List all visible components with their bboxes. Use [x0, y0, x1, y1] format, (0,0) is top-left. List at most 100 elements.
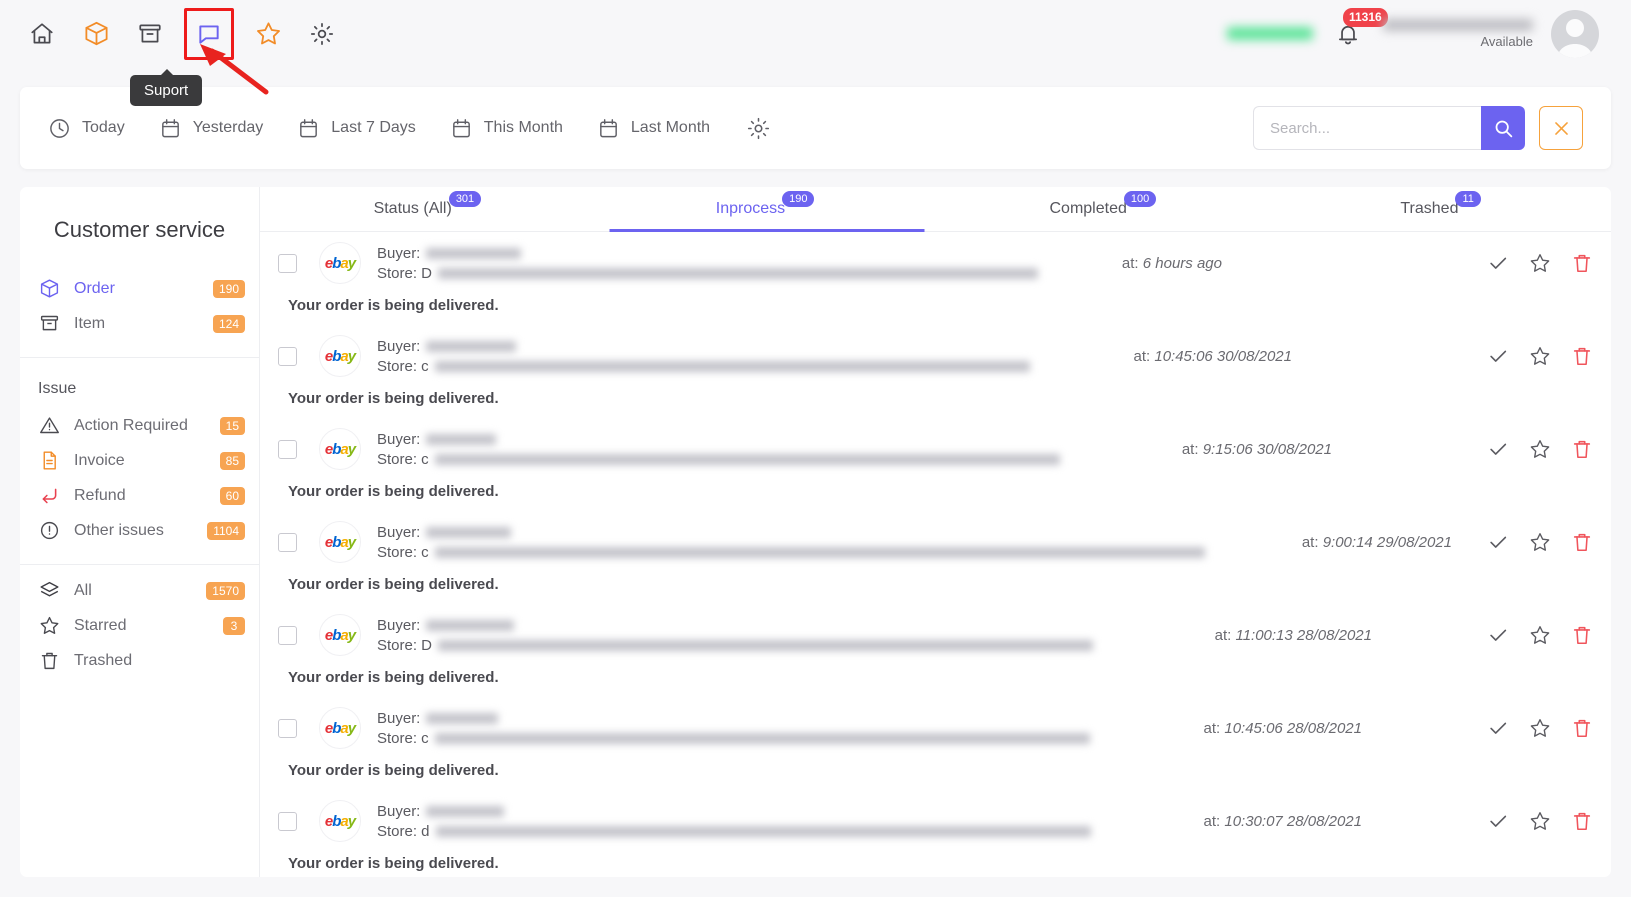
row-timestamp: at: 9:00:14 29/08/2021: [1288, 534, 1477, 551]
star-icon[interactable]: [1529, 252, 1551, 274]
redacted-buyer-value: [426, 340, 517, 352]
table-row[interactable]: ebay Buyer: Store: c at: 10:45:06 30/08/…: [260, 325, 1611, 418]
table-row[interactable]: ebay Buyer: Store: d at: 10:30:07 28/08/…: [260, 790, 1611, 877]
row-meta: Buyer: Store: D: [377, 615, 1201, 655]
search-button[interactable]: [1481, 106, 1525, 150]
tab-status-all[interactable]: Status (All) 301: [260, 187, 598, 231]
notifications-button[interactable]: 11316: [1331, 7, 1388, 54]
redacted-store-value: [434, 546, 1205, 558]
sidebar-item-order[interactable]: Order 190: [20, 271, 259, 306]
sidebar-item-item[interactable]: Item 124: [20, 306, 259, 341]
mark-done-icon[interactable]: [1487, 624, 1509, 646]
ebay-logo-icon: ebay: [319, 614, 361, 656]
star-icon[interactable]: [1529, 438, 1551, 460]
mark-done-icon[interactable]: [1487, 810, 1509, 832]
avatar[interactable]: [1551, 9, 1599, 58]
trash-icon[interactable]: [1571, 531, 1593, 553]
close-icon: [1554, 121, 1568, 135]
tab-trashed-badge: 11: [1455, 191, 1481, 207]
table-row[interactable]: ebay Buyer: Store: c at: 10:45:06 28/08/…: [260, 697, 1611, 790]
mark-done-icon[interactable]: [1487, 252, 1509, 274]
row-checkbox[interactable]: [278, 532, 297, 552]
sidebar-item-starred[interactable]: Starred 3: [20, 608, 259, 643]
gear-icon[interactable]: [302, 14, 342, 54]
store-line: Store: c: [377, 728, 1190, 748]
mark-done-icon[interactable]: [1487, 345, 1509, 367]
table-row[interactable]: ebay Buyer: Store: D at: 6 hours ago You…: [260, 232, 1611, 325]
tab-completed-label: Completed: [1049, 200, 1127, 217]
table-row[interactable]: ebay Buyer: Store: c at: 9:00:14 29/08/2…: [260, 511, 1611, 604]
table-row[interactable]: ebay Buyer: Store: c at: 9:15:06 30/08/2…: [260, 418, 1611, 511]
row-checkbox[interactable]: [278, 811, 297, 831]
sidebar-item-refund-badge: 60: [219, 486, 245, 505]
tab-trashed[interactable]: Trashed 11: [1273, 187, 1611, 231]
store-label: Store: D: [377, 264, 433, 282]
trash-icon[interactable]: [1571, 717, 1593, 739]
archive-icon[interactable]: [130, 14, 170, 54]
tab-completed[interactable]: Completed 100: [936, 187, 1274, 231]
mark-done-icon[interactable]: [1487, 531, 1509, 553]
timestamp-prefix: at:: [1203, 812, 1221, 830]
filter-this-month[interactable]: This Month: [450, 117, 563, 140]
row-checkbox[interactable]: [278, 718, 297, 738]
trash-icon: [38, 650, 60, 671]
search-input[interactable]: [1253, 106, 1481, 150]
home-icon[interactable]: [22, 14, 62, 54]
row-checkbox[interactable]: [278, 625, 297, 645]
sidebar-item-invoice-label: Invoice: [74, 451, 125, 469]
trash-icon[interactable]: [1571, 810, 1593, 832]
star-icon[interactable]: [1529, 345, 1551, 367]
star-icon[interactable]: [1529, 810, 1551, 832]
filter-yesterday[interactable]: Yesterday: [159, 117, 263, 140]
store-label: Store: D: [377, 636, 433, 654]
close-filter-button[interactable]: [1539, 106, 1583, 150]
sidebar-item-trashed[interactable]: Trashed: [20, 643, 259, 678]
tab-inprocess[interactable]: Inprocess 190: [598, 187, 936, 231]
row-timestamp: at: 9:15:06 30/08/2021: [1168, 441, 1477, 458]
calendar-icon: [600, 118, 617, 137]
filter-last-7-days[interactable]: Last 7 Days: [297, 117, 416, 140]
package-icon[interactable]: [76, 14, 116, 54]
star-icon[interactable]: [1529, 717, 1551, 739]
timestamp-value: 10:45:06 30/08/2021: [1154, 347, 1292, 365]
trash-icon[interactable]: [1571, 345, 1593, 367]
sidebar-item-other-issues[interactable]: Other issues 1104: [20, 513, 259, 548]
store-label: Store: c: [377, 450, 429, 468]
filter-settings-button[interactable]: [746, 116, 771, 141]
table-row[interactable]: ebay Buyer: Store: D at: 11:00:13 28/08/…: [260, 604, 1611, 697]
row-header: ebay Buyer: Store: D at: 11:00:13 28/08/…: [278, 614, 1593, 656]
filter-today[interactable]: Today: [48, 117, 125, 140]
trash-icon[interactable]: [1571, 624, 1593, 646]
calendar-icon: [300, 118, 318, 137]
buyer-line: Buyer:: [377, 243, 1108, 263]
star-icon[interactable]: [1529, 531, 1551, 553]
sidebar-group-views: All 1570 Starred 3 Trashed: [20, 565, 259, 694]
mark-done-icon[interactable]: [1487, 438, 1509, 460]
row-meta: Buyer: Store: c: [377, 429, 1168, 469]
ebay-logo-icon: ebay: [319, 521, 361, 563]
user-info-block[interactable]: Available: [1383, 18, 1533, 49]
redacted-status-text: [1227, 27, 1313, 40]
avatar-placeholder-icon: [1557, 18, 1593, 58]
redacted-user-email: [1383, 18, 1533, 31]
star-icon[interactable]: [1529, 624, 1551, 646]
tab-inprocess-badge: 190: [782, 191, 815, 207]
sidebar-item-refund[interactable]: Refund 60: [20, 478, 259, 513]
status-tabs: Status (All) 301 Inprocess 190 Completed…: [260, 187, 1611, 232]
message-list: ebay Buyer: Store: D at: 6 hours ago You…: [260, 232, 1611, 877]
trash-icon[interactable]: [1571, 252, 1593, 274]
sidebar-item-action-required[interactable]: Action Required 15: [20, 408, 259, 443]
row-checkbox[interactable]: [278, 346, 297, 366]
filter-last-month[interactable]: Last Month: [597, 117, 710, 140]
redacted-buyer-value: [426, 433, 497, 445]
mark-done-icon[interactable]: [1487, 717, 1509, 739]
row-checkbox[interactable]: [278, 439, 297, 459]
sidebar-item-all[interactable]: All 1570: [20, 573, 259, 608]
trash-icon[interactable]: [1571, 438, 1593, 460]
buyer-label: Buyer:: [377, 523, 421, 541]
sidebar-item-invoice[interactable]: Invoice 85: [20, 443, 259, 478]
redacted-buyer-value: [426, 526, 512, 538]
availability-status: Available: [1480, 33, 1533, 49]
row-checkbox[interactable]: [278, 253, 297, 273]
warning-icon: [38, 415, 60, 436]
